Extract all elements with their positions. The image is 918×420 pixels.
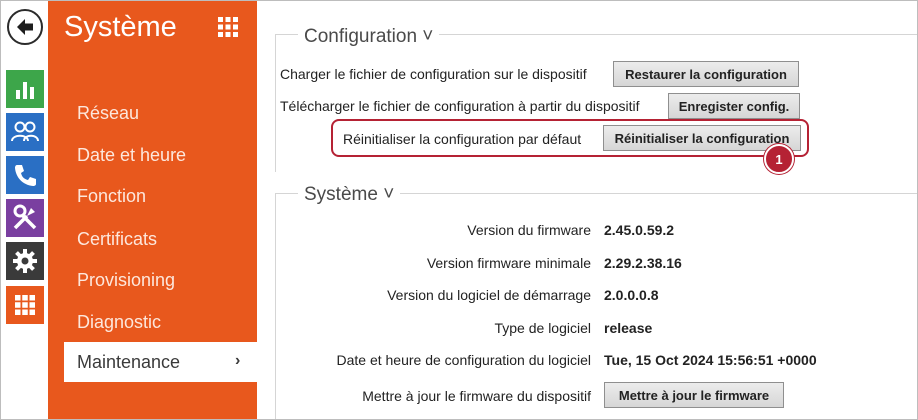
systeme-header[interactable]: Système ˅ <box>298 184 401 206</box>
sidebar-item-certificats[interactable]: Certificats <box>77 229 157 250</box>
chevron-right-icon: › <box>235 352 241 369</box>
configuration-header[interactable]: Configuration ˅ <box>298 26 440 48</box>
systeme-panel <box>275 193 917 419</box>
sidebar: Système Réseau Date et heure Fonction Ce… <box>48 1 257 419</box>
firmware-update-label: Mettre à jour le firmware du dispositif <box>362 388 591 404</box>
update-firmware-button[interactable]: Mettre à jour le firmware <box>604 382 784 408</box>
build-date-label: Date et heure de configuration du logici… <box>336 352 591 368</box>
firmware-version-value: 2.45.0.59.2 <box>604 222 675 238</box>
firmware-version-label: Version du firmware <box>467 222 591 238</box>
icon-rail <box>1 1 45 419</box>
min-firmware-value: 2.29.2.38.16 <box>604 255 682 271</box>
sidebar-item-label: Maintenance <box>77 352 181 372</box>
phone-icon[interactable] <box>6 156 44 194</box>
step-callout-badge: 1 <box>764 144 794 174</box>
save-config-button[interactable]: Enregister config. <box>668 93 800 119</box>
app-window: Système Réseau Date et heure Fonction Ce… <box>0 0 918 420</box>
bootloader-version-label: Version du logiciel de démarrage <box>387 287 591 303</box>
restore-config-button[interactable]: Restaurer la configuration <box>613 61 799 87</box>
sidebar-item-provisioning[interactable]: Provisioning <box>77 270 175 291</box>
tools-icon[interactable] <box>6 199 44 237</box>
config-download-label: Télécharger le fichier de configuration … <box>280 98 640 114</box>
sidebar-item-fonction[interactable]: Fonction <box>77 186 146 207</box>
bootloader-version-value: 2.0.0.0.8 <box>604 287 659 303</box>
gear-icon[interactable] <box>6 242 44 280</box>
users-icon[interactable] <box>6 113 44 151</box>
config-upload-label: Charger le fichier de configuration sur … <box>280 66 587 82</box>
back-arrow-icon[interactable] <box>7 9 43 45</box>
min-firmware-label: Version firmware minimale <box>426 255 591 271</box>
build-date-value: Tue, 15 Oct 2024 15:56:51 +0000 <box>604 352 817 368</box>
config-reset-label: Réinitialiser la configuration par défau… <box>343 131 582 147</box>
software-type-value: release <box>604 320 653 336</box>
apps-grid-icon[interactable] <box>218 17 238 37</box>
grid-icon[interactable] <box>6 286 44 324</box>
software-type-label: Type de logiciel <box>494 320 591 336</box>
sidebar-item-reseau[interactable]: Réseau <box>77 103 139 124</box>
sidebar-item-diagnostic[interactable]: Diagnostic <box>77 312 161 333</box>
sidebar-item-date-heure[interactable]: Date et heure <box>77 145 186 166</box>
sidebar-item-maintenance[interactable]: Maintenance › <box>64 342 257 382</box>
sidebar-title: Système <box>64 11 177 43</box>
bar-chart-icon[interactable] <box>6 70 44 108</box>
